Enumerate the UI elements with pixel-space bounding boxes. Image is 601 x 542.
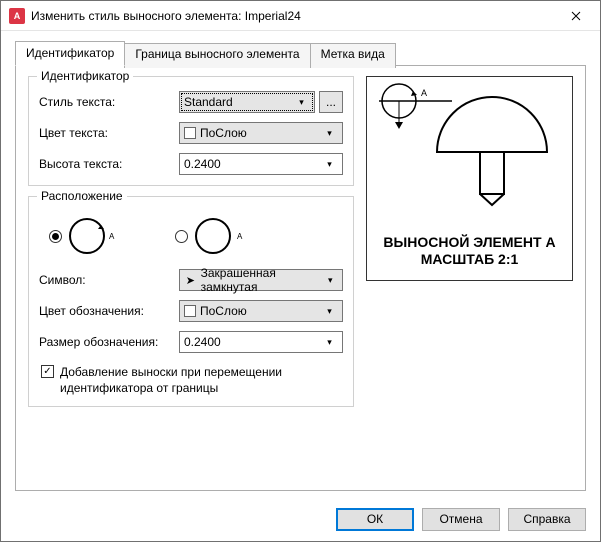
tab-boundary[interactable]: Граница выносного элемента xyxy=(124,43,310,68)
mark-color-combo[interactable]: ПоСлою ▾ xyxy=(179,300,343,322)
svg-text:A: A xyxy=(421,88,427,98)
close-button[interactable] xyxy=(553,2,598,30)
svg-text:A: A xyxy=(109,232,115,241)
text-style-label: Стиль текста: xyxy=(39,95,179,109)
text-style-combo[interactable]: Standard ▾ xyxy=(179,91,315,113)
preview-pane: A ВЫНОСНОЙ ЭЛЕМЕНТ A МАСШТАБ 2:1 xyxy=(366,76,573,281)
chevron-down-icon: ▾ xyxy=(293,97,310,108)
add-leader-checkbox[interactable]: ✓ xyxy=(41,365,54,378)
arrangement-option-2[interactable]: A xyxy=(175,215,245,257)
close-icon xyxy=(571,11,581,21)
chevron-down-icon: ▾ xyxy=(321,159,338,170)
text-height-value: 0.2400 xyxy=(184,157,221,171)
bylayer-swatch-icon xyxy=(184,305,196,317)
app-icon: A xyxy=(9,8,25,24)
group-identifier-legend: Идентификатор xyxy=(37,69,133,83)
tab-identifier[interactable]: Идентификатор xyxy=(15,41,125,66)
bylayer-swatch-icon xyxy=(184,127,196,139)
mark-color-label: Цвет обозначения: xyxy=(39,304,179,318)
symbol-combo[interactable]: ➤ Закрашенная замкнутая ▾ xyxy=(179,269,343,291)
left-column: Идентификатор Стиль текста: Standard ▾ .… xyxy=(28,76,354,480)
text-height-combo[interactable]: 0.2400 ▾ xyxy=(179,153,343,175)
text-style-value: Standard xyxy=(184,95,233,109)
chevron-down-icon: ▾ xyxy=(321,128,338,139)
tab-strip: Идентификатор Граница выносного элемента… xyxy=(15,41,586,66)
dialog-window: A Изменить стиль выносного элемента: Imp… xyxy=(0,0,601,542)
window-title: Изменить стиль выносного элемента: Imper… xyxy=(31,9,553,23)
chevron-down-icon: ▾ xyxy=(321,337,338,348)
radio-icon xyxy=(175,230,188,243)
dialog-footer: ОК Отмена Справка xyxy=(1,497,600,541)
content-area: Идентификатор Граница выносного элемента… xyxy=(1,31,600,497)
ok-button[interactable]: ОК xyxy=(336,508,414,531)
mark-size-label: Размер обозначения: xyxy=(39,335,179,349)
mark-color-value: ПоСлою xyxy=(200,304,247,318)
circle-with-arrow-label-icon: A xyxy=(67,215,115,257)
chevron-down-icon: ▾ xyxy=(321,306,338,317)
radio-icon xyxy=(49,230,62,243)
symbol-label: Символ: xyxy=(39,273,179,287)
text-color-combo[interactable]: ПоСлою ▾ xyxy=(179,122,343,144)
cancel-button[interactable]: Отмена xyxy=(422,508,500,531)
add-leader-label: Добавление выноски при перемещении идент… xyxy=(60,364,343,396)
tab-panel: Идентификатор Стиль текста: Standard ▾ .… xyxy=(15,65,586,491)
group-identifier: Идентификатор Стиль текста: Standard ▾ .… xyxy=(28,76,354,186)
group-placement: Расположение A xyxy=(28,196,354,407)
text-color-label: Цвет текста: xyxy=(39,126,179,140)
text-height-label: Высота текста: xyxy=(39,157,179,171)
text-style-browse-button[interactable]: ... xyxy=(319,91,343,113)
symbol-value: Закрашенная замкнутая xyxy=(201,266,323,294)
svg-text:A: A xyxy=(237,232,243,241)
closed-filled-arrow-icon: ➤ xyxy=(184,274,197,287)
chevron-down-icon: ▾ xyxy=(323,275,338,286)
mark-size-combo[interactable]: 0.2400 ▾ xyxy=(179,331,343,353)
preview-illustration: A xyxy=(367,77,562,227)
preview-line2: МАСШТАБ 2:1 xyxy=(367,251,572,268)
text-color-value: ПоСлою xyxy=(200,126,247,140)
group-placement-legend: Расположение xyxy=(37,189,127,203)
circle-label-outside-icon: A xyxy=(193,215,245,257)
titlebar: A Изменить стиль выносного элемента: Imp… xyxy=(1,1,600,31)
tab-view-label[interactable]: Метка вида xyxy=(310,43,396,68)
arrangement-option-1[interactable]: A xyxy=(49,215,115,257)
help-button[interactable]: Справка xyxy=(508,508,586,531)
preview-line1: ВЫНОСНОЙ ЭЛЕМЕНТ A xyxy=(367,234,572,251)
arrangement-radio-row: A A xyxy=(39,211,343,269)
mark-size-value: 0.2400 xyxy=(184,335,221,349)
